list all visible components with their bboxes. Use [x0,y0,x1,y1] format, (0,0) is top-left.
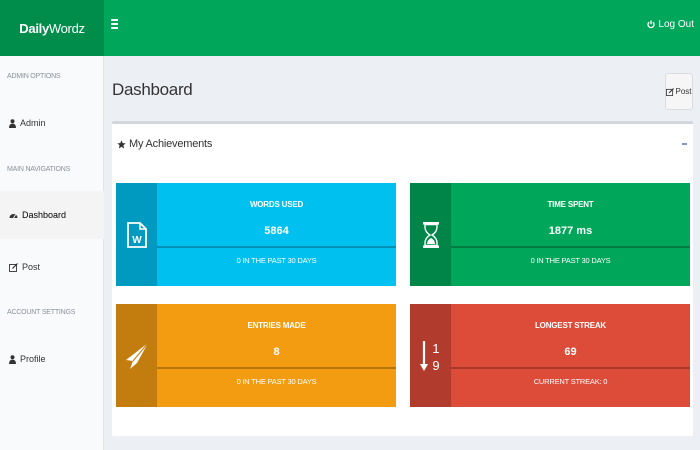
edit-icon [666,87,675,96]
card-description: 0 IN THE PAST 30 DAYS [236,256,317,265]
word-document-icon: W [126,221,147,248]
card-progress-bar [451,367,690,369]
words-used-card: W WORDS USED 5864 0 IN THE PAST 30 DAYS [116,183,396,286]
post-button-label: Post [675,87,692,96]
card-label: WORDS USED [249,200,304,209]
sidebar-item-profile[interactable]: Profile [0,335,104,383]
sidebar-item-admin[interactable]: Admin [0,99,104,147]
achievements-title: My Achievements [129,138,213,150]
card-value: 1877 ms [548,225,593,237]
longest-streak-card: 1 9 LONGEST STREAK 69 CURRENT STREAK: 0 [410,304,690,407]
brand-rest: Wordz [48,20,85,36]
user-icon [9,118,16,128]
entries-made-card: ENTRIES MADE 8 0 IN THE PAST 30 DAYS [116,304,396,407]
card-description: CURRENT STREAK: 0 [533,377,608,386]
star-icon [117,139,126,148]
collapse-icon[interactable] [682,143,687,145]
card-label: ENTRIES MADE [247,321,306,330]
sidebar-header-main-navigations: MAIN NAVIGATIONS [7,166,71,173]
sidebar-item-label: Admin [20,118,46,128]
dashboard-icon [9,214,18,219]
sidebar-item-label: Dashboard [22,210,67,220]
hourglass-icon [422,221,439,248]
brand-logo[interactable]: Daily Wordz [0,0,104,56]
time-spent-card: TIME SPENT 1877 ms 0 IN THE PAST 30 DAYS [410,183,690,286]
user-icon [9,354,16,364]
card-value: 5864 [264,225,289,237]
sidebar-header-admin-options: ADMIN OPTIONS [7,73,61,80]
card-label: TIME SPENT [547,200,594,209]
paper-plane-icon [125,342,148,369]
power-icon [647,20,656,29]
page-title: Dashboard [112,80,193,99]
svg-text:W: W [132,235,142,246]
card-description: 0 IN THE PAST 30 DAYS [236,377,317,386]
sort-numeric-icon: 1 9 [419,340,439,373]
svg-text:1: 1 [432,341,439,356]
sidebar-item-label: Post [22,262,41,272]
card-progress-bar [451,246,690,248]
achievements-header: My Achievements [117,138,212,150]
card-icon-area [116,304,157,407]
sidebar-item-label: Profile [20,354,46,364]
logout-label: Log Out [658,19,694,30]
card-progress-bar [157,246,396,248]
sidebar-header-account-settings: ACCOUNT SETTINGS [7,309,76,316]
post-button[interactable]: Post [665,73,693,110]
card-icon-area: W [116,183,157,286]
card-icon-area [410,183,451,286]
top-navbar: Daily Wordz Log Out [0,0,700,56]
edit-icon [9,262,18,272]
menu-toggle-icon[interactable] [111,19,121,33]
sidebar-item-post[interactable]: Post [0,243,104,291]
sidebar-item-dashboard[interactable]: Dashboard [0,191,104,239]
card-value: 69 [564,346,577,358]
brand-bold: Daily [19,20,49,36]
card-description: 0 IN THE PAST 30 DAYS [530,256,611,265]
logout-button[interactable]: Log Out [647,19,694,30]
card-value: 8 [273,346,280,358]
card-progress-bar [157,367,396,369]
card-icon-area: 1 9 [410,304,451,407]
card-label: LONGEST STREAK [535,321,606,330]
sidebar: ADMIN OPTIONS Admin MAIN NAVIGATIONS Das… [0,56,104,450]
svg-text:9: 9 [432,358,439,373]
